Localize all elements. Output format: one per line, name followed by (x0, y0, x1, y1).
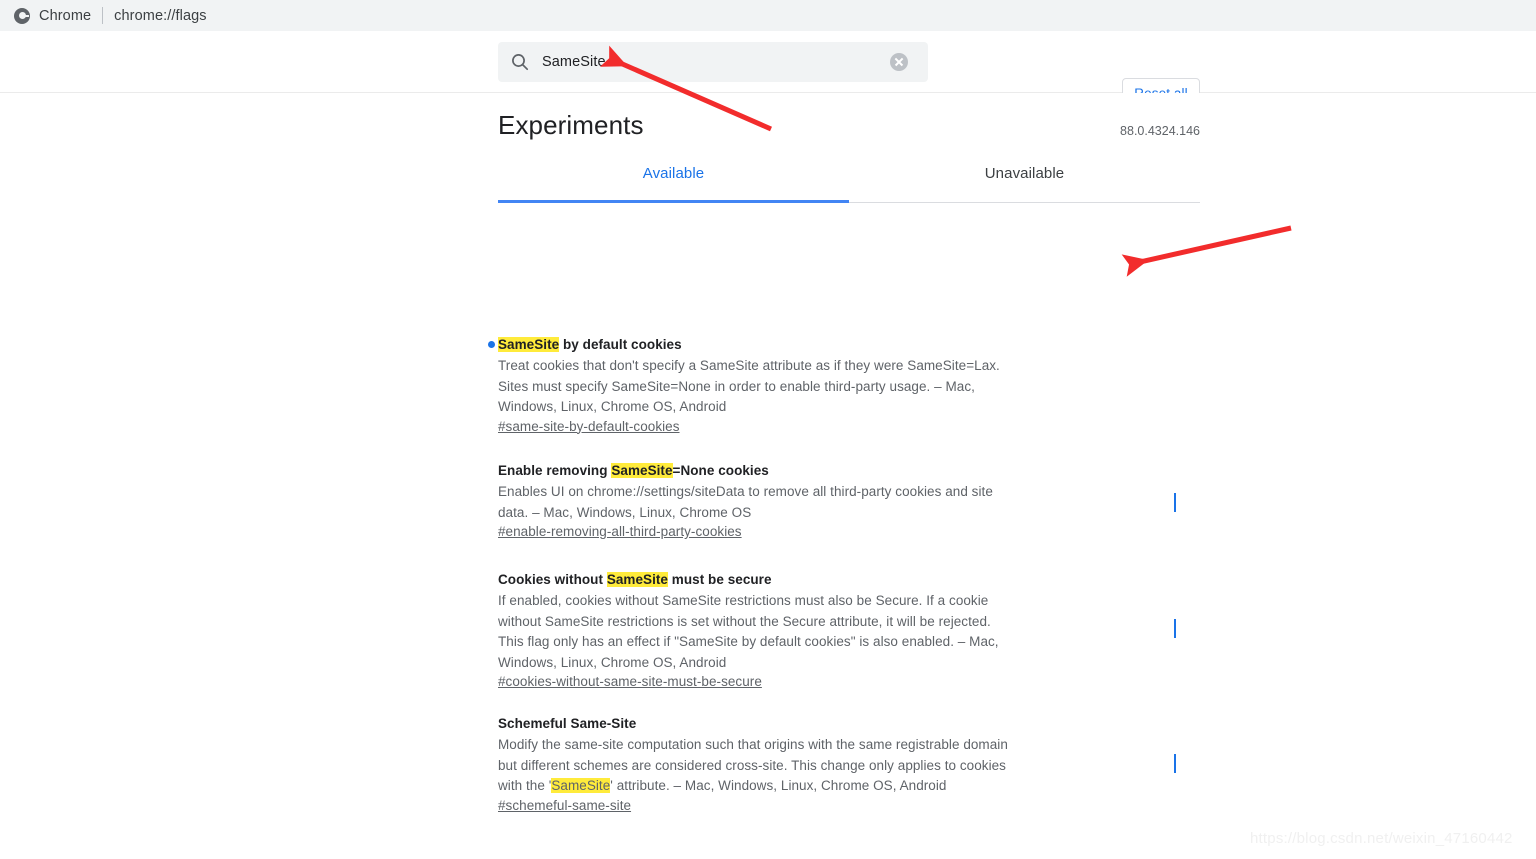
tab-bar: Available Unavailable (498, 165, 1200, 195)
tab-active-indicator (498, 200, 849, 203)
browser-app-name: Chrome (39, 7, 92, 24)
search-match-highlight: SameSite (606, 572, 668, 587)
flag-title: Enable removing SameSite=None cookies (498, 463, 769, 478)
flag-state-select-wrapper: DefaultEnabledDisabled (1044, 485, 1194, 512)
search-match-highlight: SameSite (498, 337, 560, 352)
chrome-tab[interactable]: Chrome chrome://flags (0, 0, 221, 31)
flag-permalink[interactable]: #schemeful-same-site (498, 798, 631, 813)
flag-description: If enabled, cookies without SameSite res… (498, 593, 999, 670)
flag-state-select-wrapper: DefaultEnabledDisabled (1044, 611, 1194, 638)
chevron-down-icon (1174, 375, 1183, 394)
tab-unavailable[interactable]: Unavailable (849, 165, 1200, 195)
flag-permalink[interactable]: #same-site-by-default-cookies (498, 419, 680, 434)
flag-title: Schemeful Same-Site (498, 716, 637, 731)
browser-top-bar: Chrome chrome://flags (0, 0, 1536, 31)
flag-description: Treat cookies that don't specify a SameS… (498, 358, 1000, 414)
search-input[interactable] (540, 53, 890, 71)
flags-page-body: Experiments 88.0.4324.146 Available Unav… (0, 93, 1536, 859)
flag-permalink[interactable]: #cookies-without-same-site-must-be-secur… (498, 674, 762, 689)
divider (102, 7, 104, 24)
flag-state-select-wrapper: DefaultEnabledDisabled (1044, 367, 1194, 394)
tab-available[interactable]: Available (498, 165, 849, 195)
flag-description: Modify the same-site computation such th… (498, 737, 1008, 793)
search-icon (510, 52, 530, 72)
chrome-version-label: 88.0.4324.146 (1120, 124, 1200, 138)
chevron-down-icon (1174, 619, 1183, 638)
search-box[interactable] (498, 42, 928, 82)
flag-text-block: Schemeful Same-Site Modify the same-site … (498, 714, 1020, 815)
chevron-down-icon (1174, 493, 1183, 512)
page-title: Experiments (498, 110, 644, 140)
search-match-highlight: SameSite (551, 778, 611, 793)
flag-text-block: Enable removing SameSite=None cookies Ena… (498, 461, 1020, 541)
flag-state-select-wrapper: DefaultEnabledDisabled (1044, 746, 1194, 773)
flag-title: SameSite by default cookies (488, 335, 1020, 354)
address-text[interactable]: chrome://flags (114, 8, 206, 24)
flag-modified-dot-icon (488, 341, 495, 348)
clear-search-icon[interactable] (890, 53, 908, 71)
watermark: https://blog.csdn.net/weixin_47160442 (1250, 830, 1513, 847)
flag-permalink[interactable]: #enable-removing-all-third-party-cookies (498, 524, 742, 539)
flag-text-block: SameSite by default cookies Treat cookies… (488, 335, 1020, 436)
search-match-highlight: SameSite (611, 463, 673, 478)
flag-text-block: Cookies without SameSite must be secure I… (498, 570, 1020, 691)
chrome-logo-icon (14, 7, 30, 24)
search-toolbar: Reset all (0, 31, 1536, 109)
flag-title: Cookies without SameSite must be secure (498, 572, 772, 587)
chevron-down-icon (1174, 754, 1183, 773)
flag-description: Enables UI on chrome://settings/siteData… (498, 484, 993, 520)
